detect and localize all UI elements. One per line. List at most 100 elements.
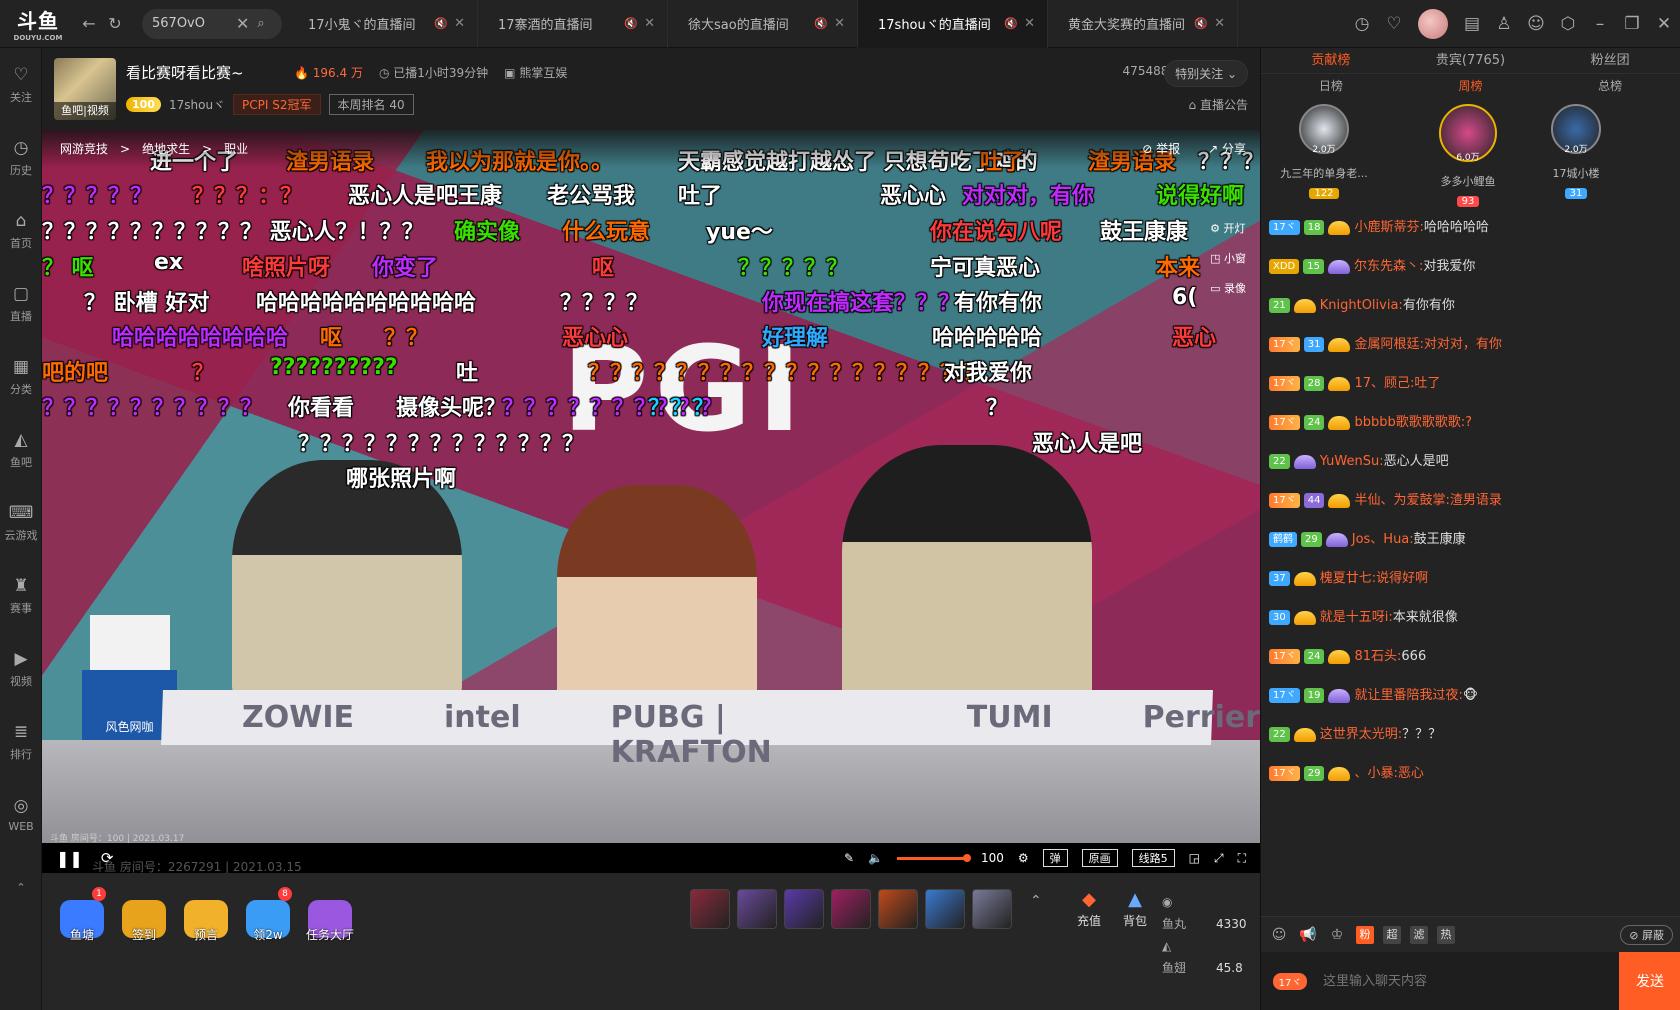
podium-user[interactable]: 6.0万 多多小鲤鱼 93 [1413,104,1523,208]
tab-close-icon[interactable]: ✕ [834,16,845,31]
mini-window-button[interactable]: ◳ 小窗 [1210,250,1246,266]
refresh-icon[interactable]: ↻ [102,11,128,37]
webfull-icon[interactable]: ⤢ [1214,851,1224,866]
tab-close-icon[interactable]: ✕ [1024,16,1035,31]
nav-item-历史[interactable]: ◷ 历史 [0,121,42,194]
gift-icon[interactable] [972,889,1012,929]
activity-button[interactable]: 预言 [178,889,234,943]
douyu-logo[interactable]: 斗鱼 DOUYU.COM [0,0,76,48]
anchor-avatar[interactable]: 鱼吧|视频 [54,58,116,120]
light-button[interactable]: ⚙ 开灯 [1210,220,1246,236]
pause-icon[interactable]: ❚❚ [56,849,83,868]
bag-button[interactable]: ▲ 背包 [1123,889,1147,929]
tab-0[interactable]: 贡献榜 [1261,48,1401,73]
video-player[interactable]: PGI 风色网咖 ZOWIE intel PUBG | KRAFTON TUMI Per… [42,130,1260,870]
settings-icon[interactable]: ⬡ [1552,0,1584,48]
quality-select[interactable]: 原画 [1081,849,1118,867]
history-icon[interactable]: ◷ [1346,0,1378,48]
browser-tab[interactable]: 17shouヾ的直播间 🔇 ✕ [858,0,1048,48]
username[interactable]: 、小暴: [1354,766,1397,781]
message-icon[interactable]: ☺ [1520,0,1552,48]
tab-1[interactable]: 贵宾(7765) [1401,48,1541,73]
nav-item-分类[interactable]: ▦ 分类 [0,340,42,413]
username[interactable]: YuWenSu: [1320,454,1384,469]
username[interactable]: 81石头: [1354,649,1401,664]
weekly-rank[interactable]: 本周排名 40 [328,94,414,115]
gift-icon[interactable] [831,889,871,929]
tab-close-icon[interactable]: ✕ [454,16,465,31]
tab-close-icon[interactable]: ✕ [644,16,655,31]
activity-button[interactable]: 任务大厅 [302,889,358,943]
nav-item-赛事[interactable]: ♜ 赛事 [0,559,42,632]
follow-button[interactable]: 特别关注 ⌄ [1164,60,1248,87]
podium-user[interactable]: 2.0万 九三年的单身老... 122 [1269,104,1379,200]
mute-icon[interactable]: 🔇 [1194,17,1208,30]
fans-tool[interactable]: 粉 [1356,925,1374,944]
username[interactable]: 小鹿斯蒂芬: [1354,220,1423,235]
gift-icon[interactable] [737,889,777,929]
subtab-2[interactable]: 总榜 [1540,74,1680,98]
clear-icon[interactable]: ✕ [236,14,249,33]
breadcrumb-item[interactable]: 绝地求生 [142,142,190,156]
favorite-icon[interactable]: ♡ [1378,0,1410,48]
username[interactable]: Jos、Hua: [1352,532,1414,547]
share-button[interactable]: ↗ 分享 [1208,140,1246,157]
gift-icon[interactable] [878,889,918,929]
nav-item-直播[interactable]: ▢ 直播 [0,267,42,340]
mute-icon[interactable]: 🔇 [434,17,448,30]
nav-item-视频[interactable]: ▶ 视频 [0,632,42,705]
username[interactable]: 金属阿根廷: [1354,337,1423,352]
nav-item-云游戏[interactable]: ⌨ 云游戏 [0,486,42,559]
pip-icon[interactable]: ◲ [1189,851,1200,865]
calendar-icon[interactable]: ▤ [1456,0,1488,48]
username[interactable]: 这世界太光明: [1320,727,1402,742]
avatar-label[interactable]: 鱼吧|视频 [54,102,116,120]
super-tool[interactable]: 超 [1383,925,1401,944]
crown-icon[interactable]: ♔ [1327,925,1347,945]
gift-scroll-icon[interactable]: ⌃ [1030,893,1042,909]
browser-tab[interactable]: 黄金大奖赛的直播间 🔇 ✕ [1048,0,1238,48]
podium-user[interactable]: 2.0万 17城小楼 31 [1521,104,1631,200]
nav-item-鱼吧[interactable]: ◭ 鱼吧 [0,413,42,486]
nav-item-关注[interactable]: ♡ 关注 [0,48,42,121]
subtab-1[interactable]: 周榜 [1401,74,1541,98]
nav-item-排行[interactable]: ≣ 排行 [0,705,42,778]
minimize-icon[interactable]: – [1584,0,1616,48]
search-icon[interactable]: ⌕ [257,16,264,31]
subtab-0[interactable]: 日榜 [1261,74,1401,98]
back-icon[interactable]: ← [76,11,102,37]
chat-list[interactable]: 17ヾ 18 小鹿斯蒂芬:哈哈哈哈哈 XDD 15 尔东先森丶:对我爱你 21 KnightO… [1261,212,1680,917]
breadcrumb-item[interactable]: 网游竞技 [60,142,108,156]
restore-icon[interactable]: ❐ [1616,0,1648,48]
nav-item-WEB[interactable]: ◎ WEB [0,778,42,851]
edit-icon[interactable]: ✎ [844,851,854,865]
category[interactable]: ▣ 熊掌互娱 [504,64,567,81]
user-avatar[interactable] [1418,9,1448,39]
tab-2[interactable]: 粉丝团 [1540,48,1680,73]
volume-icon[interactable]: 🔈 [868,851,883,865]
collapse-icon[interactable]: ⌃ [0,851,42,924]
activity-button[interactable]: 签到 [116,889,172,943]
username[interactable]: KnightOlivia: [1320,298,1403,313]
emoji-icon[interactable]: ☺ [1269,925,1289,945]
gift-icon[interactable] [784,889,824,929]
close-icon[interactable]: ✕ [1648,0,1680,48]
search-input[interactable] [152,16,232,31]
settings-gear-icon[interactable]: ⚙ [1018,851,1029,865]
hot-tool[interactable]: 热 [1437,925,1455,944]
gift-icon[interactable] [690,889,730,929]
notice-button[interactable]: ⌂ 直播公告 [1189,96,1248,113]
record-button[interactable]: ▭ 录像 [1210,280,1246,296]
mute-icon[interactable]: 🔇 [1004,17,1018,30]
mute-icon[interactable]: 🔇 [624,17,638,30]
volume-slider[interactable] [896,853,971,862]
activity-button[interactable]: 鱼塘 1 [54,887,110,943]
honor-badge[interactable]: PCPI S2冠军 [233,94,321,115]
fullscreen-icon[interactable]: ⛶ [1238,851,1246,866]
browser-tab[interactable]: 徐大sao的直播间 🔇 ✕ [668,0,858,48]
username[interactable]: 17、顾己: [1354,376,1414,391]
username[interactable]: 就让里番陪我过夜: [1354,688,1462,703]
username[interactable]: 就是十五呀i: [1320,610,1393,625]
filter-tool[interactable]: 滤 [1410,925,1428,944]
mute-icon[interactable]: 🔇 [814,17,828,30]
